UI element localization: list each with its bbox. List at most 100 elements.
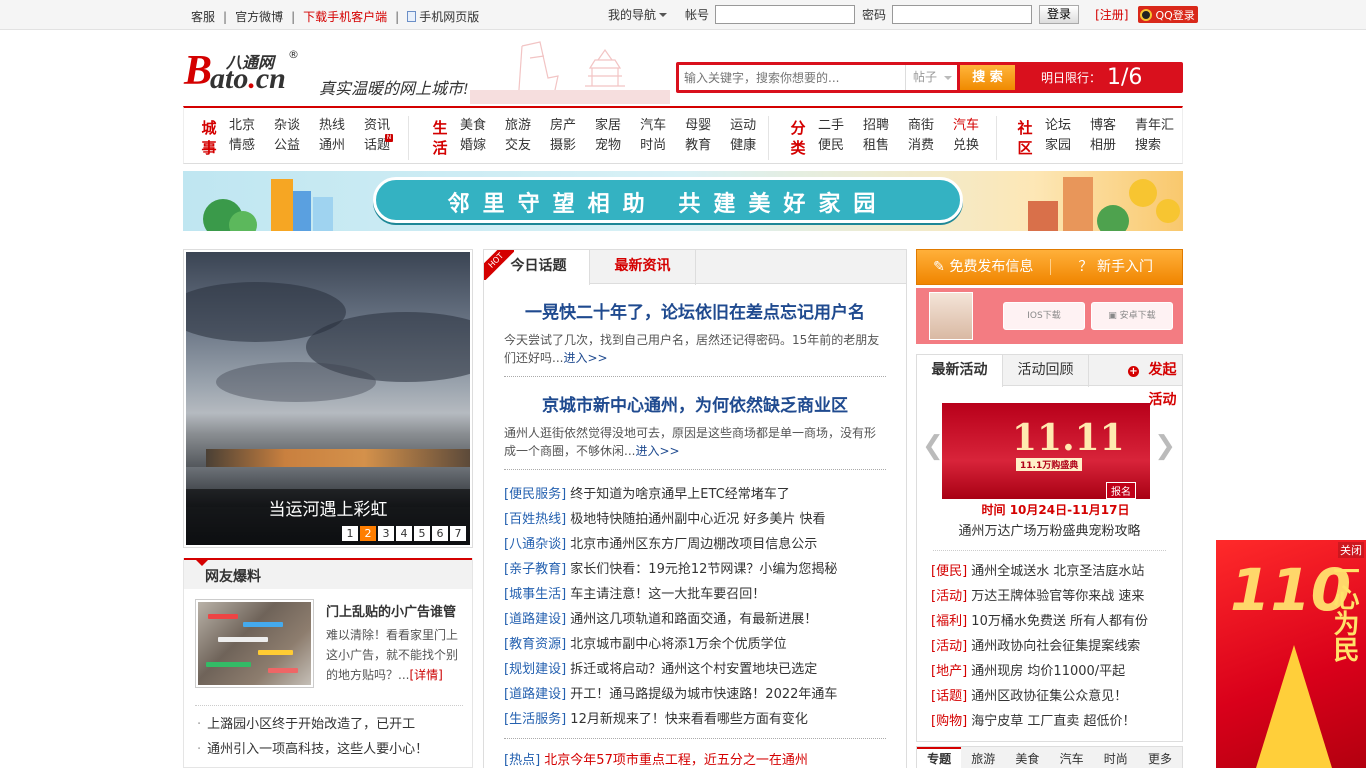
- slider-page-button[interactable]: 7: [450, 526, 466, 541]
- bottom-tab[interactable]: 旅游: [961, 747, 1005, 768]
- article-more-link[interactable]: 进入>>: [563, 351, 607, 365]
- nav-link[interactable]: 健康: [730, 136, 756, 156]
- nav-link[interactable]: 兑换: [953, 136, 979, 156]
- start-activity-button[interactable]: + 发起活动: [1089, 355, 1182, 408]
- slider-image[interactable]: 当运河遇上彩虹 1234567: [186, 252, 470, 545]
- nav-link[interactable]: 房产: [550, 116, 576, 136]
- news-category-tag[interactable]: [道路建设]: [504, 687, 566, 702]
- tab-latest-news[interactable]: 最新资讯: [590, 250, 696, 285]
- nav-link[interactable]: 旅游: [505, 116, 531, 136]
- nav-link[interactable]: 汽车: [953, 116, 979, 136]
- nav-link[interactable]: 运动: [730, 116, 756, 136]
- register-link[interactable]: [注册]: [1095, 6, 1128, 23]
- activity-item[interactable]: [活动] 万达王牌体验官等你来战 速来: [931, 584, 1171, 609]
- news-item[interactable]: [教育资源] 北京城市副中心将添1万余个优质学位: [504, 632, 886, 657]
- news-item[interactable]: [规划建设] 拆迁或将启动？通州这个村安置地块已选定: [504, 657, 886, 682]
- slider-page-button[interactable]: 6: [432, 526, 448, 541]
- nav-link[interactable]: 租售: [863, 136, 889, 156]
- mobile-web-link[interactable]: 手机网页版: [407, 8, 479, 25]
- ios-download-button[interactable]: IOS下载: [1003, 302, 1085, 330]
- slider-caption[interactable]: 当运河遇上彩虹: [186, 495, 470, 520]
- activity-item[interactable]: [地产] 通州现房 均价11000/平起: [931, 659, 1171, 684]
- nav-link[interactable]: 搜索: [1135, 136, 1174, 156]
- site-logo[interactable]: B 八通网 ® ato.cn 真实温暖的网上城市!: [184, 48, 484, 98]
- side-advertisement[interactable]: 关闭 110 一心为民: [1216, 540, 1366, 768]
- bottom-tab[interactable]: 专题: [917, 747, 962, 768]
- news-item[interactable]: [亲子教育] 家长们快看：19元抢12节网课？小编为您揭秘: [504, 557, 886, 582]
- slider-page-button[interactable]: 4: [396, 526, 412, 541]
- beginner-guide-button[interactable]: ？ 新手入门: [1049, 250, 1183, 284]
- slider-page-button[interactable]: 2: [360, 526, 376, 541]
- login-button[interactable]: 登录: [1039, 5, 1080, 24]
- nav-link[interactable]: 汽车: [640, 116, 666, 136]
- bottom-tab[interactable]: 汽车: [1050, 747, 1094, 768]
- search-category-select[interactable]: 帖子: [905, 65, 957, 90]
- nav-link[interactable]: 二手: [818, 116, 844, 136]
- news-category-tag[interactable]: [百姓热线]: [504, 512, 566, 527]
- promo-banner[interactable]: 邻里守望相助 共建美好家园: [183, 171, 1183, 231]
- bottom-tab[interactable]: 时尚: [1094, 747, 1138, 768]
- nav-link[interactable]: 母婴: [685, 116, 711, 136]
- next-arrow-icon[interactable]: ❯: [1154, 431, 1176, 461]
- slider-page-button[interactable]: 1: [342, 526, 358, 541]
- nav-link[interactable]: 时尚: [640, 136, 666, 156]
- news-title[interactable]: 开工！通马路提级为城市快速路！2022年通车: [570, 687, 837, 702]
- news-category-tag[interactable]: [规划建设]: [504, 662, 566, 677]
- news-title[interactable]: 终于知道为啥京通早上ETC经常堵车了: [570, 487, 789, 502]
- nav-link[interactable]: 博客: [1090, 116, 1116, 136]
- nav-link[interactable]: 招聘: [863, 116, 889, 136]
- nav-link[interactable]: 家居: [595, 116, 621, 136]
- news-title[interactable]: 12月新规来了！快来看看哪些方面有变化: [570, 712, 808, 727]
- prev-arrow-icon[interactable]: ❮: [922, 431, 944, 461]
- nav-link[interactable]: 摄影: [550, 136, 576, 156]
- tab-activity-review[interactable]: 活动回顾: [1003, 355, 1089, 387]
- news-item[interactable]: [生活服务] 12月新规来了！快来看看哪些方面有变化: [504, 707, 886, 732]
- nav-link[interactable]: 青年汇: [1135, 116, 1174, 136]
- official-weibo-link[interactable]: 官方微博: [235, 8, 283, 25]
- activity-item[interactable]: [购物] 海宁皮草 工厂直卖 超低价！: [931, 709, 1171, 734]
- activity-item[interactable]: [福利] 10万桶水免费送 所有人都有份: [931, 609, 1171, 634]
- nav-link[interactable]: 通州: [319, 136, 345, 156]
- news-title[interactable]: 北京市通州区东方厂周边棚改项目信息公示: [570, 537, 817, 552]
- slider-page-button[interactable]: 5: [414, 526, 430, 541]
- tab-latest-activities[interactable]: 最新活动: [917, 355, 1003, 387]
- news-category-tag[interactable]: [八通杂谈]: [504, 537, 566, 552]
- news-category-tag[interactable]: [道路建设]: [504, 612, 566, 627]
- activity-item[interactable]: [便民] 通州全城送水 北京圣洁庭水站: [931, 559, 1171, 584]
- news-title[interactable]: 极地特快随拍通州副中心近况 好多美片 快看: [570, 512, 825, 527]
- article-title[interactable]: 一晃快二十年了，论坛依旧在差点忘记用户名: [504, 298, 886, 323]
- search-button[interactable]: 搜 索: [960, 65, 1015, 90]
- account-input[interactable]: [715, 5, 856, 24]
- news-category-tag[interactable]: [亲子教育]: [504, 562, 566, 577]
- nav-link[interactable]: 教育: [685, 136, 711, 156]
- news-title[interactable]: 通州这几项轨道和路面交通，有最新进展！: [570, 612, 817, 627]
- news-category-tag[interactable]: [城事生活]: [504, 587, 566, 602]
- news-item[interactable]: [八通杂谈] 北京市通州区东方厂周边棚改项目信息公示: [504, 532, 886, 557]
- bottom-tab[interactable]: 美食: [1005, 747, 1049, 768]
- qq-login-button[interactable]: QQ登录: [1138, 6, 1198, 23]
- nav-link[interactable]: 杂谈: [274, 116, 300, 136]
- article-more-link[interactable]: 进入>>: [635, 444, 679, 458]
- article-title[interactable]: 京城市新中心通州，为何依然缺乏商业区: [504, 391, 886, 416]
- news-category-tag[interactable]: [生活服务]: [504, 712, 566, 727]
- news-title[interactable]: 家长们快看：19元抢12节网课？小编为您揭秘: [570, 562, 837, 577]
- hot-news-item[interactable]: [热点] 北京今年57项市重点工程，近五分之一在通州: [504, 749, 808, 768]
- activity-item[interactable]: [活动] 通州政协向社会征集提案线索: [931, 634, 1171, 659]
- news-title[interactable]: 车主请注意！这一大批车要召回！: [570, 587, 765, 602]
- nav-link[interactable]: 北京: [229, 116, 255, 136]
- nav-link[interactable]: 消费: [908, 136, 934, 156]
- news-item[interactable]: [百姓热线] 极地特快随拍通州副中心近况 好多美片 快看: [504, 507, 886, 532]
- news-category-tag[interactable]: [便民服务]: [504, 487, 566, 502]
- nav-link[interactable]: 宠物: [595, 136, 621, 156]
- nav-link[interactable]: 美食: [460, 116, 486, 136]
- publish-info-button[interactable]: ✎ 免费发布信息: [917, 250, 1050, 284]
- report-title[interactable]: 门上乱贴的小广告谁管: [326, 601, 456, 620]
- news-title[interactable]: 拆迁或将启动？通州这个村安置地块已选定: [570, 662, 817, 677]
- news-category-tag[interactable]: [教育资源]: [504, 637, 566, 652]
- my-nav-dropdown[interactable]: 我的导航: [608, 6, 668, 23]
- bottom-tab[interactable]: 更多: [1138, 747, 1182, 768]
- nav-link[interactable]: 交友: [505, 136, 531, 156]
- nav-link[interactable]: 热线: [319, 116, 345, 136]
- activity-item[interactable]: [话题] 通州区政协征集公众意见！: [931, 684, 1171, 709]
- search-input[interactable]: [679, 65, 905, 90]
